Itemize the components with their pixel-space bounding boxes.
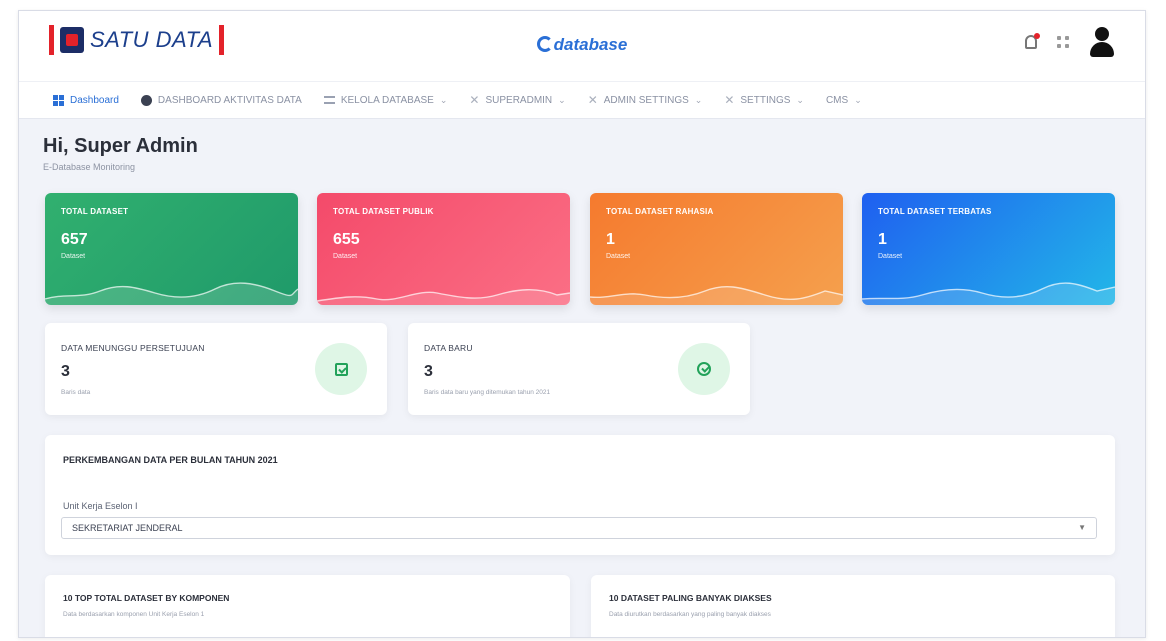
x-icon: ✕ [469,92,480,107]
bell-icon[interactable] [1025,33,1040,49]
nav-item-superadmin[interactable]: ✕ SUPERADMIN ⌄ [469,92,566,107]
nav-item-dashboard-aktivitas[interactable]: DASHBOARD AKTIVITAS DATA [140,94,302,106]
brand-text: database [553,35,628,54]
page-subtitle: E-Database Monitoring [43,162,136,172]
nav-label: ADMIN SETTINGS [603,94,689,106]
mini-card-value: 3 [424,363,433,380]
panel-title: 10 DATASET PALING BANYAK DIAKSES [609,593,772,603]
stat-label: TOTAL DATASET RAHASIA [606,207,714,216]
page-title: Hi, Super Admin [43,135,198,157]
stat-label: TOTAL DATASET PUBLIK [333,207,434,216]
brand-c-icon [536,36,553,52]
brand-title: database [19,35,1145,55]
sparkline-wave [590,285,843,305]
stat-card-total-dataset-rahasia[interactable]: TOTAL DATASET RAHASIA 1 Dataset [590,193,843,305]
sparkline-wave [45,282,298,305]
nav-label: DASHBOARD AKTIVITAS DATA [157,94,302,106]
header-tools [1025,27,1115,57]
nav-label: SETTINGS [740,94,791,106]
most-accessed-dataset-panel: 10 DATASET PALING BANYAK DIAKSES Data di… [591,575,1115,637]
chevron-down-icon: ⌄ [796,94,804,105]
stat-value: 655 [333,231,360,248]
dashboard-icon [53,94,64,106]
panel-title: PERKEMBANGAN DATA PER BULAN TAHUN 2021 [63,455,278,465]
development-panel: PERKEMBANGAN DATA PER BULAN TAHUN 2021 U… [45,435,1115,555]
mini-card-value: 3 [61,363,70,380]
panel-subtitle: Data berdasarkan komponen Unit Kerja Ese… [63,611,205,618]
nav-item-admin-settings[interactable]: ✕ ADMIN SETTINGS ⌄ [587,92,703,107]
stat-label: TOTAL DATASET TERBATAS [878,207,992,216]
database-icon [323,96,335,104]
main-nav: Dashboard DASHBOARD AKTIVITAS DATA KELOL… [19,81,1145,119]
apps-grid-icon[interactable] [1057,36,1069,48]
chevron-down-icon: ⌄ [854,94,862,105]
stat-unit: Dataset [606,253,631,260]
select-value: SEKRETARIAT JENDERAL [72,523,183,533]
panel-title: 10 TOP TOTAL DATASET BY KOMPONEN [63,593,230,603]
nav-label: KELOLA DATABASE [340,94,434,106]
calendar-check-icon [315,343,367,395]
x-icon: ✕ [724,92,735,107]
check-circle-icon [678,343,730,395]
stat-card-total-dataset-publik[interactable]: TOTAL DATASET PUBLIK 655 Dataset [317,193,570,305]
nav-item-dashboard[interactable]: Dashboard [53,94,119,106]
nav-item-settings[interactable]: ✕ SETTINGS ⌄ [724,92,804,107]
activity-icon [140,94,152,106]
app-window: SATU DATA database Dashboard DASHBOARD A… [18,10,1146,638]
mini-card-subtitle: Baris data baru yang ditemukan tahun 202… [424,389,551,396]
nav-label: CMS [825,94,849,106]
chevron-down-icon: ⌄ [558,94,566,105]
stat-value: 1 [606,231,615,248]
stat-unit: Dataset [333,253,358,260]
stat-unit: Dataset [61,253,86,260]
greeting: Hi, Super Admin E-Database Monitoring [43,135,198,172]
mini-card-title: DATA BARU [424,343,473,353]
x-icon: ✕ [587,92,598,107]
stat-value: 657 [61,231,88,248]
unit-kerja-select[interactable]: SEKRETARIAT JENDERAL ▼ [61,517,1097,539]
top-dataset-komponen-panel: 10 TOP TOTAL DATASET BY KOMPONEN Data be… [45,575,570,637]
chevron-down-icon: ⌄ [439,94,448,105]
card-data-baru[interactable]: DATA BARU 3 Baris data baru yang ditemuk… [408,323,750,415]
filter-label: Unit Kerja Eselon I [63,501,138,511]
nav-label: SUPERADMIN [485,94,553,106]
stat-card-total-dataset-terbatas[interactable]: TOTAL DATASET TERBATAS 1 Dataset [862,193,1115,305]
nav-item-kelola-database[interactable]: KELOLA DATABASE ⌄ [323,94,448,106]
nav-label: Dashboard [70,94,119,106]
stat-unit: Dataset [878,253,903,260]
sparkline-wave [862,282,1115,305]
mini-card-title: DATA MENUNGGU PERSETUJUAN [61,343,205,353]
stat-value: 1 [878,231,887,248]
nav-item-cms[interactable]: CMS ⌄ [826,95,862,106]
user-avatar-icon[interactable] [1089,27,1115,57]
stat-label: TOTAL DATASET [61,207,129,216]
panel-subtitle: Data diurutkan berdasarkan yang paling b… [609,611,771,618]
mini-card-subtitle: Baris data [61,389,91,396]
caret-down-icon: ▼ [1078,523,1086,532]
chevron-down-icon: ⌄ [694,94,703,105]
sparkline-wave [317,289,570,305]
stat-card-total-dataset[interactable]: TOTAL DATASET 657 Dataset [45,193,298,305]
card-data-menunggu-persetujuan[interactable]: DATA MENUNGGU PERSETUJUAN 3 Baris data [45,323,387,415]
top-header: SATU DATA database [19,11,1145,81]
